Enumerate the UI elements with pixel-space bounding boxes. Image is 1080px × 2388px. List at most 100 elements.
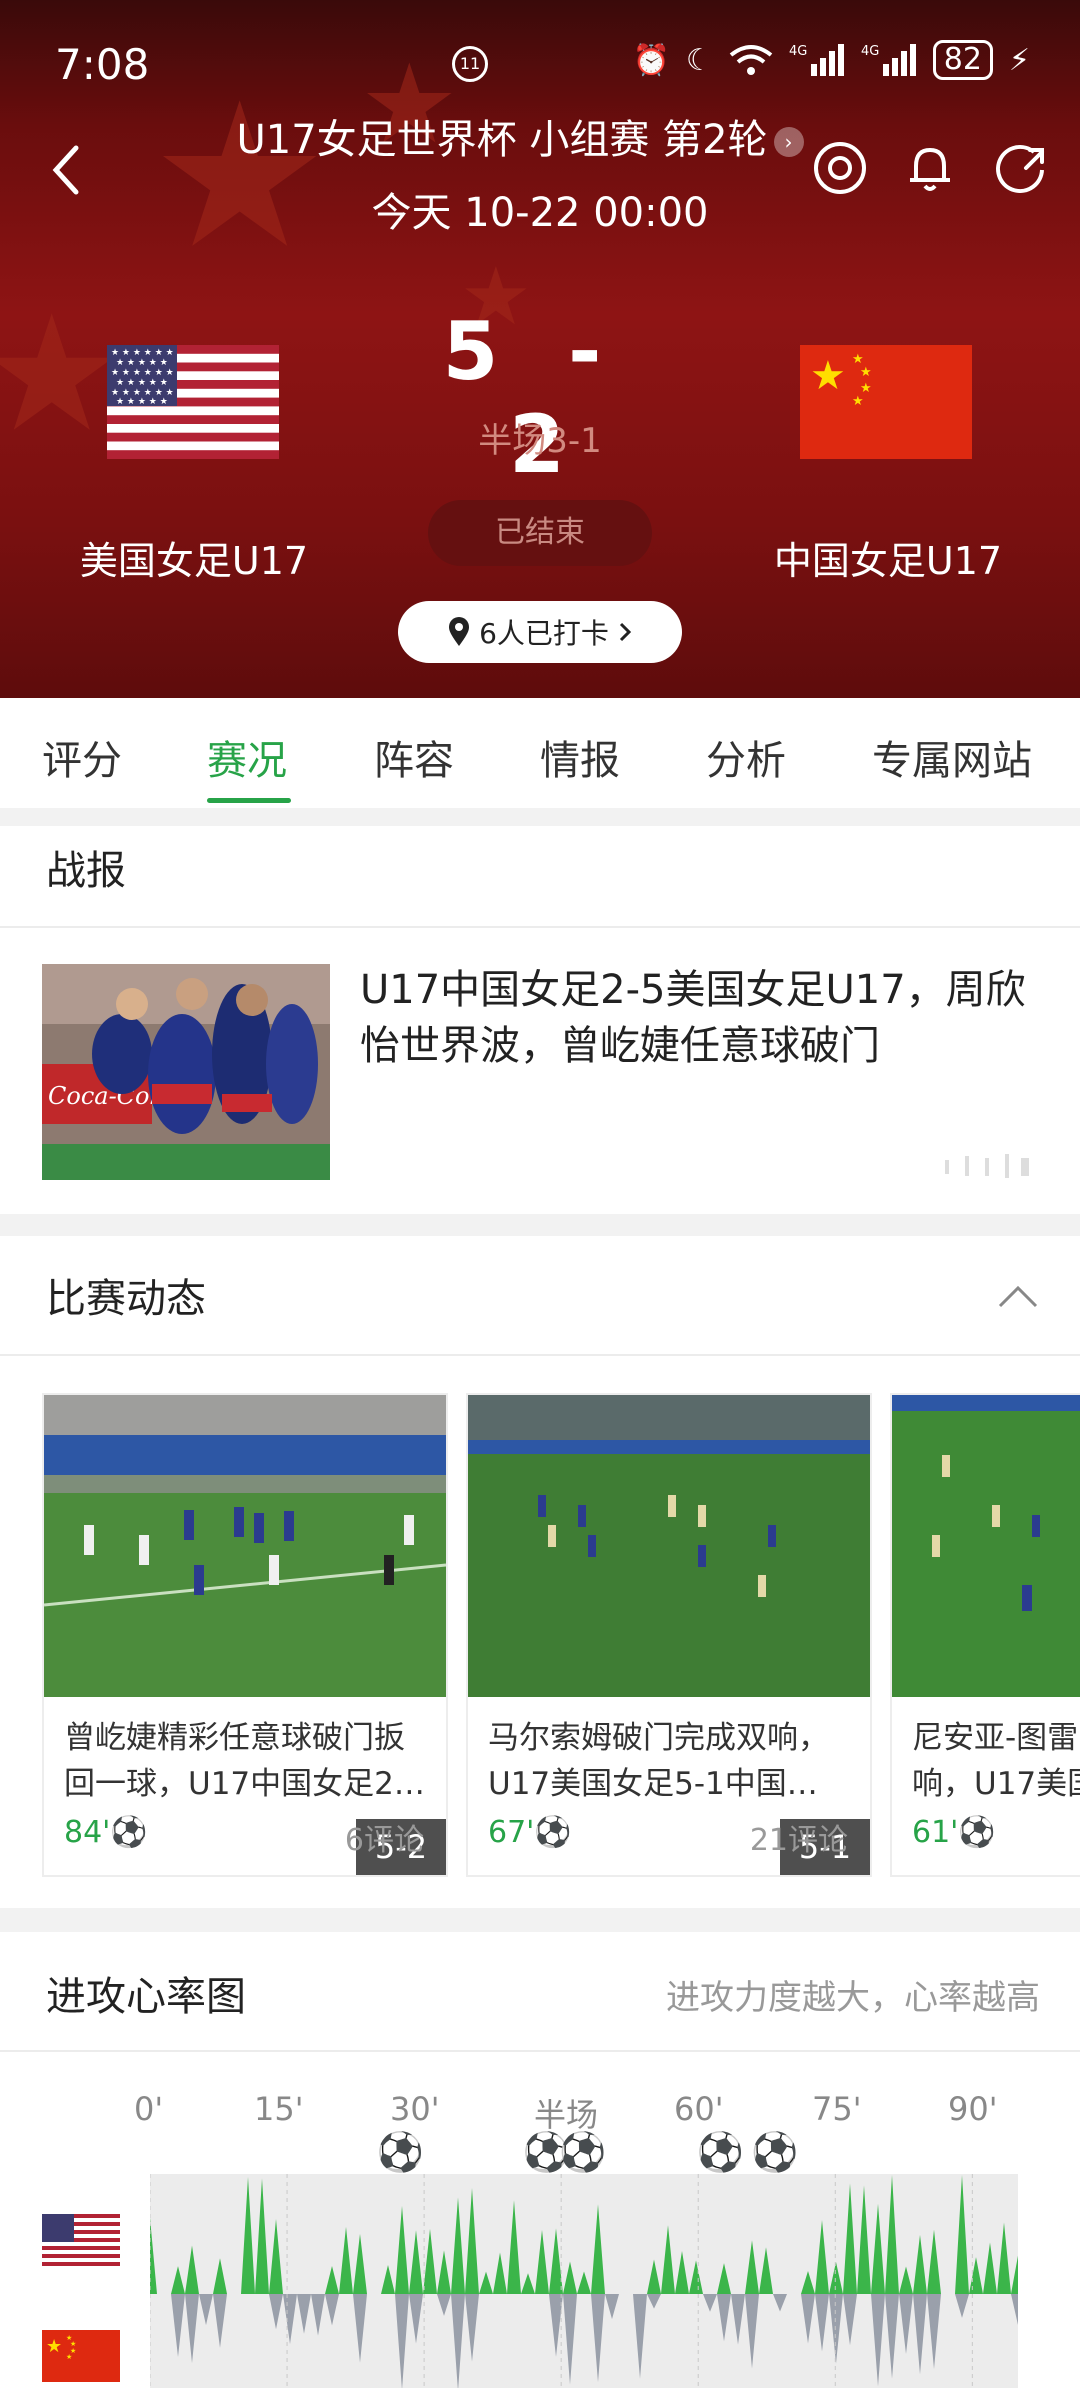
away-attack-area bbox=[150, 2294, 1018, 2388]
axis-label: 0' bbox=[134, 2090, 164, 2128]
match-title[interactable]: U17女足世界杯 小组赛 第2轮 › bbox=[200, 110, 840, 170]
svg-text:★ ★ ★ ★ ★: ★ ★ ★ ★ ★ bbox=[116, 397, 168, 407]
divider bbox=[0, 1354, 1080, 1356]
notification-icon: 11 bbox=[452, 46, 488, 82]
tab-live[interactable]: 赛况 bbox=[207, 728, 287, 786]
svg-text:★: ★ bbox=[46, 2336, 62, 2357]
halftime-score: 半场3-1 bbox=[478, 421, 602, 461]
soccer-ball-icon: ⚽ bbox=[534, 1815, 572, 1850]
svg-text:★: ★ bbox=[810, 353, 846, 399]
target-icon[interactable] bbox=[810, 138, 870, 198]
header-actions bbox=[810, 138, 1050, 198]
event-thumbnail bbox=[892, 1395, 1080, 1697]
report-headline[interactable]: U17中国女足2-5美国女足U17，周欣怡世界波，曾屹婕任意球破门 bbox=[360, 962, 1040, 1074]
back-icon[interactable] bbox=[48, 140, 84, 200]
svg-text:★: ★ bbox=[860, 365, 872, 380]
away-team-name[interactable]: 中国女足U17 bbox=[738, 530, 1038, 585]
svg-text:4G: 4G bbox=[789, 44, 807, 59]
charging-icon: ⚡ bbox=[1008, 42, 1030, 78]
battle-report-title: 战报 bbox=[46, 848, 126, 894]
tab-bar: 评分 赛况 阵容 情报 分析 专属网站 bbox=[0, 698, 1080, 808]
axis-label: 15' bbox=[254, 2090, 304, 2128]
checkin-label: 6人已打卡 bbox=[479, 617, 609, 650]
report-image: Coca-Cola bbox=[42, 964, 330, 1180]
away-team-flag[interactable]: ★ ★ ★ ★ ★ bbox=[800, 345, 972, 459]
svg-text:★: ★ bbox=[852, 394, 864, 409]
svg-text:★ ★ ★ ★ ★: ★ ★ ★ ★ ★ bbox=[116, 378, 168, 388]
event-minute: 67'⚽ bbox=[488, 1815, 572, 1850]
chevron-right-icon bbox=[619, 622, 632, 642]
axis-label: 75' bbox=[812, 2090, 862, 2128]
event-card[interactable]: 尼安亚-图雷响，U17美国 61'⚽ bbox=[890, 1393, 1080, 1877]
svg-text:★ ★ ★ ★ ★: ★ ★ ★ ★ ★ bbox=[116, 358, 168, 368]
event-card[interactable]: 5-2 曾屹婕精彩任意球破门扳回一球，U17中国女足2… 84'⚽ 6评论 bbox=[42, 1393, 448, 1877]
soccer-ball-icon: ⚽ bbox=[110, 1815, 148, 1850]
svg-text:4G: 4G bbox=[861, 44, 879, 59]
tab-official-site[interactable]: 专属网站 bbox=[872, 728, 1032, 786]
signal-icon: 4G bbox=[789, 44, 844, 76]
event-title: 马尔索姆破门完成双响，U17美国女足5-1中国… bbox=[488, 1720, 829, 1802]
goal-ball-icon: ⚽ bbox=[376, 2130, 425, 2174]
axis-label: 90' bbox=[948, 2090, 998, 2128]
location-pin-icon bbox=[449, 617, 470, 646]
event-minute: 61'⚽ bbox=[912, 1815, 996, 1850]
heart-rate-subtitle: 进攻力度越大，心率越高 bbox=[666, 1978, 1040, 2018]
status-icons: ⏰ ☾ 4G 4G 82 ⚡ bbox=[632, 40, 1030, 80]
battery-level: 82 bbox=[932, 40, 993, 80]
goal-ball-icon: ⚽ bbox=[696, 2130, 744, 2174]
bell-icon[interactable] bbox=[900, 138, 960, 198]
match-status-badge: 已结束 bbox=[428, 500, 652, 566]
event-comment-count[interactable]: 21评论 bbox=[750, 1815, 848, 1859]
wifi-icon bbox=[729, 45, 772, 75]
event-minute-text: 61' bbox=[912, 1815, 959, 1850]
event-minute-text: 67' bbox=[488, 1815, 535, 1850]
chevron-up-icon[interactable] bbox=[996, 1280, 1040, 1310]
score-separator: - bbox=[568, 305, 608, 398]
axis-label: 60' bbox=[674, 2090, 724, 2128]
event-minute-text: 84' bbox=[64, 1815, 111, 1850]
decorative-star: ★ bbox=[0, 280, 124, 467]
share-icon[interactable] bbox=[990, 138, 1050, 198]
svg-text:★ ★ ★ ★ ★ ★: ★ ★ ★ ★ ★ ★ bbox=[111, 368, 174, 378]
goal-ball-icon: ⚽ bbox=[751, 2130, 799, 2174]
event-minute: 84'⚽ bbox=[64, 1815, 148, 1850]
axis-label: 30' bbox=[390, 2090, 440, 2128]
tab-analysis[interactable]: 分析 bbox=[706, 728, 786, 786]
scoreline: 5 - 2 bbox=[400, 305, 680, 491]
match-datetime: 今天 10-22 00:00 bbox=[371, 190, 709, 236]
match-title-text: U17女足世界杯 小组赛 第2轮 bbox=[236, 117, 768, 163]
svg-text:★ ★ ★ ★ ★ ★: ★ ★ ★ ★ ★ ★ bbox=[111, 348, 174, 358]
page: ★ ★ ★ ★ 7:08 11 ⏰ ☾ 4G 4G 82 ⚡ U17女足世界杯 … bbox=[0, 0, 1080, 2388]
goal-ball-icon: ⚽ bbox=[559, 2130, 607, 2174]
home-attack-area bbox=[150, 2174, 1018, 2294]
active-tab-indicator bbox=[207, 798, 291, 803]
divider bbox=[0, 926, 1080, 928]
tab-lineup[interactable]: 阵容 bbox=[374, 728, 454, 786]
event-title: 曾屹婕精彩任意球破门扳回一球，U17中国女足2… bbox=[64, 1720, 425, 1802]
heart-rate-title: 进攻心率图 bbox=[46, 1974, 246, 2020]
home-team-name[interactable]: 美国女足U17 bbox=[44, 530, 344, 585]
divider bbox=[0, 2050, 1080, 2052]
svg-text:★: ★ bbox=[66, 2353, 72, 2361]
tab-intel[interactable]: 情报 bbox=[540, 728, 620, 786]
event-thumbnail bbox=[44, 1395, 446, 1697]
match-header: ★ ★ ★ ★ 7:08 11 ⏰ ☾ 4G 4G 82 ⚡ U17女足世界杯 … bbox=[0, 0, 1080, 698]
moon-icon: ☾ bbox=[685, 42, 713, 78]
attack-heart-rate-chart bbox=[150, 2174, 1018, 2388]
report-thumbnail[interactable]: Coca-Cola bbox=[42, 964, 330, 1180]
event-comment-count[interactable]: 6评论 bbox=[345, 1815, 424, 1859]
home-score: 5 bbox=[442, 305, 505, 398]
signal-icon: 4G bbox=[861, 44, 916, 76]
match-events-title: 比赛动态 bbox=[46, 1276, 206, 1322]
event-card[interactable]: 5-1 马尔索姆破门完成双响，U17美国女足5-1中国… 67'⚽ 21评论 bbox=[466, 1393, 872, 1877]
tab-rating[interactable]: 评分 bbox=[42, 728, 122, 786]
chevron-right-icon: › bbox=[773, 127, 804, 157]
home-flag-icon bbox=[42, 2214, 120, 2266]
alarm-icon: ⏰ bbox=[632, 42, 670, 78]
checkin-button[interactable]: 6人已打卡 bbox=[398, 601, 682, 663]
event-thumbnail bbox=[468, 1395, 870, 1697]
status-time: 7:08 bbox=[55, 40, 150, 89]
home-team-flag[interactable]: ★ ★ ★ ★ ★ ★★ ★ ★ ★ ★★ ★ ★ ★ ★ ★★ ★ ★ ★ ★… bbox=[107, 345, 279, 459]
audio-wave-icon bbox=[945, 1154, 1029, 1178]
event-title: 尼安亚-图雷响，U17美国 bbox=[912, 1720, 1080, 1802]
